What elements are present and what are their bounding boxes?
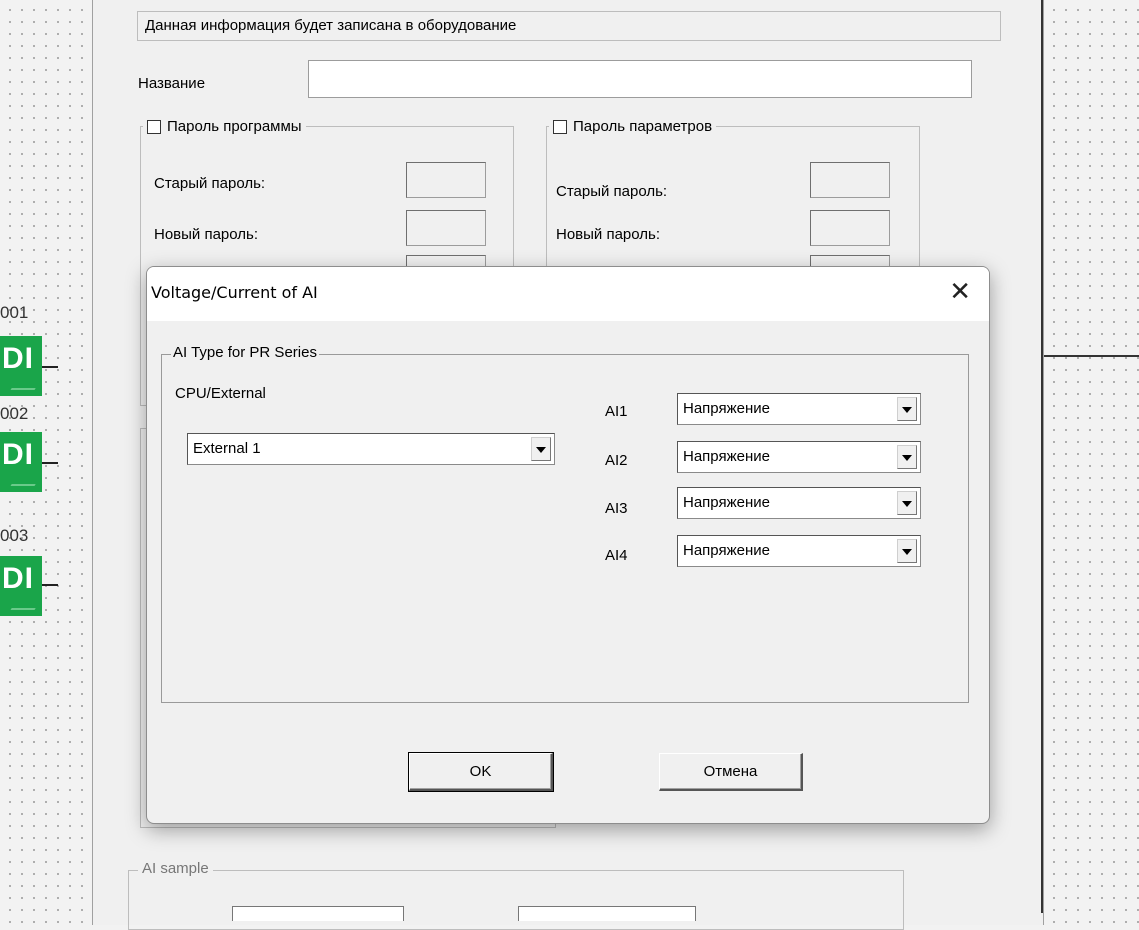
ai1-select[interactable]: Напряжение — [677, 393, 921, 425]
cpu-external-value: External 1 — [193, 440, 261, 457]
di-block-003[interactable]: DI — [0, 556, 42, 616]
ai-sample-field[interactable] — [232, 906, 404, 921]
connector-line — [42, 366, 58, 368]
ai3-select[interactable]: Напряжение — [677, 487, 921, 519]
cpu-external-select[interactable]: External 1 — [187, 433, 555, 465]
param-password-header: Пароль параметров — [549, 118, 717, 135]
ai1-label: AI1 — [605, 403, 628, 420]
cpu-external-label: CPU/External — [175, 385, 266, 402]
chevron-down-icon[interactable] — [897, 445, 917, 469]
chevron-down-icon[interactable] — [897, 539, 917, 563]
ai2-label: AI2 — [605, 452, 628, 469]
param-old-password-label: Старый пароль: — [556, 183, 668, 200]
program-password-header: Пароль программы — [143, 118, 306, 135]
chevron-down-icon[interactable] — [897, 397, 917, 421]
di-block-001[interactable]: DI — [0, 336, 42, 396]
ai1-value: Напряжение — [683, 400, 770, 417]
ai4-value: Напряжение — [683, 542, 770, 559]
program-password-checkbox[interactable] — [147, 119, 161, 134]
block-003-label: 003 — [0, 526, 29, 545]
block-002-label: 002 — [0, 404, 29, 423]
ai3-value: Напряжение — [683, 494, 770, 511]
cancel-button[interactable]: Отмена — [659, 753, 803, 791]
ai4-select[interactable]: Напряжение — [677, 535, 921, 567]
ai-type-group-title: AI Type for PR Series — [171, 344, 319, 361]
program-password-title: Пароль программы — [167, 118, 302, 135]
ai3-label: AI3 — [605, 500, 628, 517]
di-block-002[interactable]: DI — [0, 432, 42, 492]
name-input[interactable] — [308, 60, 972, 98]
program-old-password-label: Старый пароль: — [154, 175, 266, 192]
ai4-label: AI4 — [605, 547, 628, 564]
program-old-password-field[interactable] — [406, 162, 486, 198]
chevron-down-icon[interactable] — [531, 437, 551, 461]
window-border-right — [1041, 0, 1043, 913]
dialog-title: Voltage/Current of AI — [151, 283, 318, 302]
dialog-titlebar: Voltage/Current of AI ✕ — [147, 267, 989, 321]
ai-sample-group — [128, 870, 904, 930]
ai-sample-title: AI sample — [138, 860, 213, 877]
connector-line — [42, 584, 58, 586]
di-block-002-tag: DI — [2, 438, 34, 471]
voltage-current-dialog: Voltage/Current of AI ✕ AI Type for PR S… — [146, 266, 990, 824]
ok-button[interactable]: OK — [408, 752, 554, 792]
block-001-label: 001 — [0, 303, 29, 322]
ai2-select[interactable]: Напряжение — [677, 441, 921, 473]
info-box: Данная информация будет записана в обору… — [137, 11, 1001, 41]
name-label: Название — [138, 75, 206, 92]
ai2-value: Напряжение — [683, 448, 770, 465]
right-rung-line — [1042, 355, 1139, 357]
param-password-title: Пароль параметров — [573, 118, 713, 135]
param-new-password-label: Новый пароль: — [556, 226, 661, 243]
di-block-001-tag: DI — [2, 342, 34, 375]
wave-icon — [10, 598, 42, 610]
param-password-checkbox[interactable] — [553, 119, 567, 134]
connector-line — [42, 462, 58, 464]
chevron-down-icon[interactable] — [897, 491, 917, 515]
wave-icon — [10, 474, 42, 486]
di-block-003-tag: DI — [2, 562, 34, 595]
ai-sample-field[interactable] — [518, 906, 696, 921]
param-old-password-field[interactable] — [810, 162, 890, 198]
param-new-password-field[interactable] — [810, 210, 890, 246]
wave-icon — [10, 378, 42, 390]
program-new-password-label: Новый пароль: — [154, 226, 259, 243]
close-icon[interactable]: ✕ — [949, 277, 971, 307]
program-new-password-field[interactable] — [406, 210, 486, 246]
